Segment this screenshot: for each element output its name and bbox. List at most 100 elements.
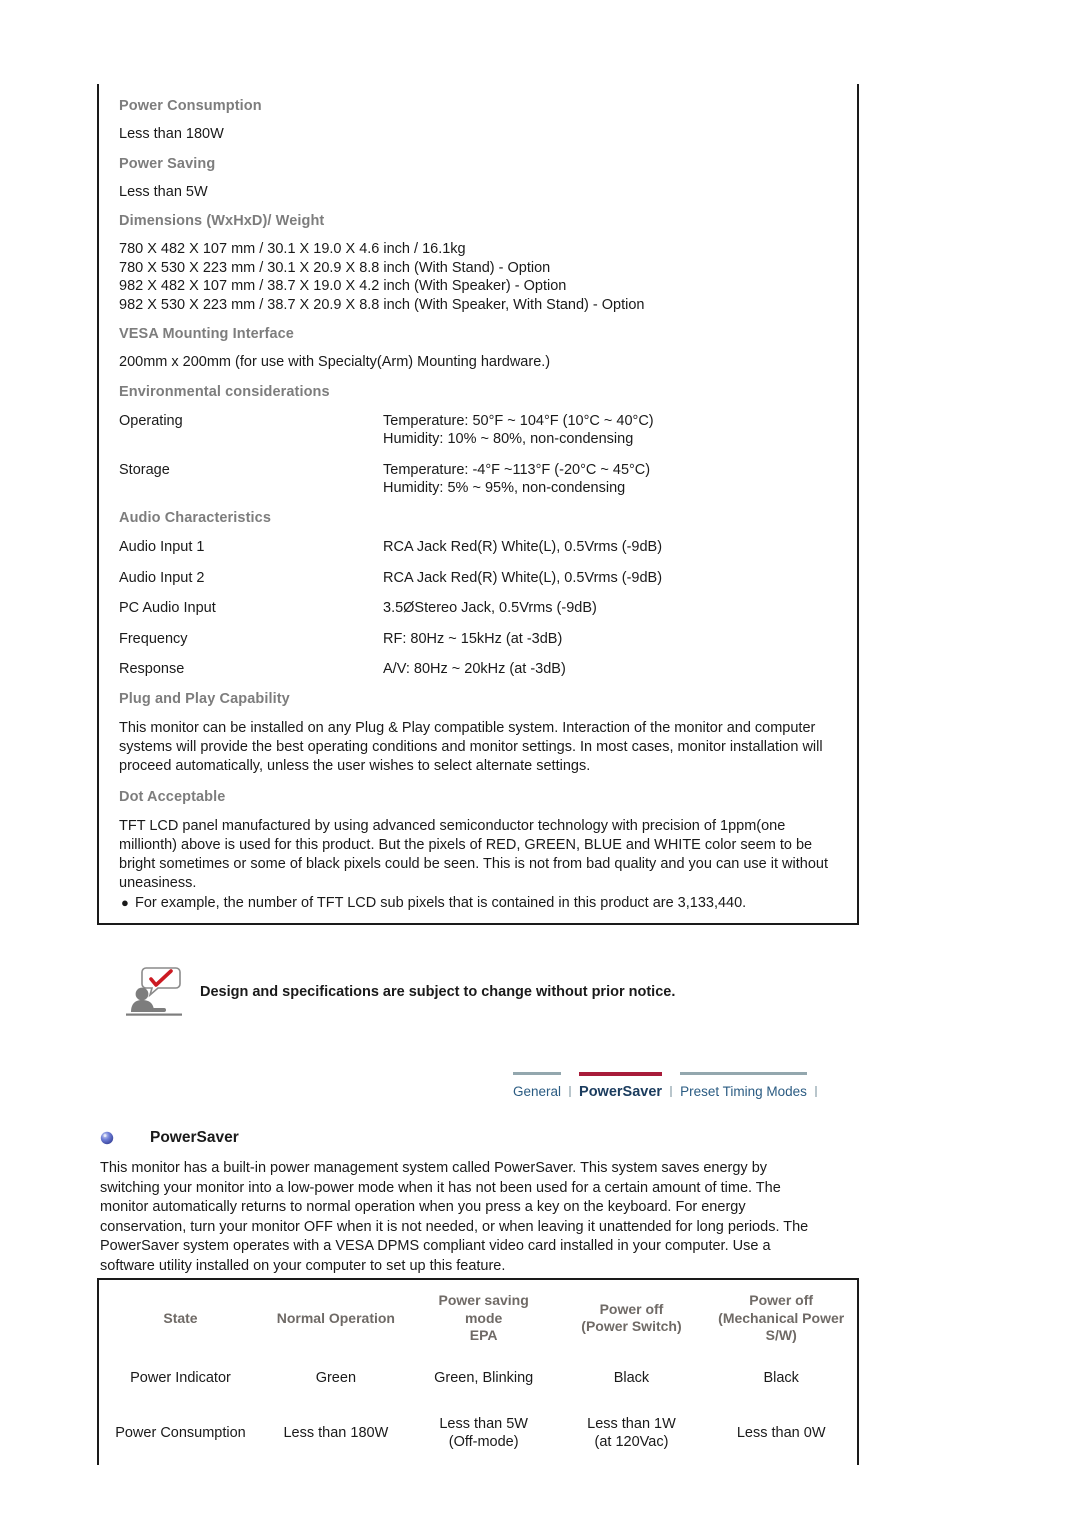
spec-row-value: A/V: 80Hz ~ 20kHz (at -3dB)	[383, 660, 566, 679]
tab-separator	[807, 1072, 825, 1106]
table-cell-line: Power Indicator	[130, 1369, 231, 1386]
spec-row-value: RF: 80Hz ~ 15kHz (at -3dB)	[383, 630, 562, 649]
table-cell-line: Less than 5W	[439, 1415, 528, 1432]
spec-value-line: Humidity: 5% ~ 95%, non-condensing	[383, 480, 626, 497]
tab-label: Preset Timing Modes	[680, 1084, 807, 1099]
spec-value-line: RCA Jack Red(R) White(L), 0.5Vrms (-9dB)	[383, 539, 663, 556]
spec-section-heading: VESA Mounting Interface	[119, 326, 294, 343]
spec-row: Response A/V: 80Hz ~ 20kHz (at -3dB)	[119, 660, 839, 679]
powersaver-state-table: State Normal Operation Power saving mode EPA…	[97, 1278, 859, 1465]
spec-row-value: RCA Jack Red(R) White(L), 0.5Vrms (-9dB)	[383, 538, 662, 557]
table-column-header: Power saving mode EPA	[410, 1280, 558, 1355]
table-cell: Power Consumption	[99, 1401, 262, 1465]
spec-row-label: Frequency	[119, 630, 188, 647]
table-cell: Less than 1W (at 120Vac)	[558, 1401, 706, 1465]
tab-label: PowerSaver	[579, 1083, 663, 1100]
spec-value-line: 982 X 482 X 107 mm / 38.7 X 19.0 X 4.2 i…	[119, 278, 567, 295]
spec-paragraph: This monitor can be installed on any Plu…	[119, 719, 823, 775]
tab-top-line	[579, 1072, 663, 1076]
table-column-header: Power off (Mechanical Power S/W)	[705, 1280, 857, 1355]
spec-bullet-text: For example, the number of TFT LCD sub p…	[135, 894, 747, 911]
spec-row-label: Audio Input 1	[119, 539, 205, 556]
tab-separator-mark	[670, 1086, 673, 1097]
table-column-header-line: Power saving	[438, 1292, 529, 1308]
spec-bullet-item: ● For example, the number of TFT LCD sub …	[119, 894, 839, 913]
spec-section-heading: Dimensions (WxHxD)/ Weight	[119, 213, 325, 230]
table-column-header-line: Power off	[749, 1292, 814, 1308]
table-cell-line: Green	[315, 1369, 357, 1386]
table-column-header-line: EPA	[469, 1327, 498, 1343]
table-header: State Normal Operation Power saving mode EPA…	[99, 1280, 857, 1355]
spec-value-line: 3.5ØStereo Jack, 0.5Vrms (-9dB)	[383, 600, 597, 617]
table-cell-line: Green, Blinking	[434, 1369, 534, 1386]
spec-value-line: A/V: 80Hz ~ 20kHz (at -3dB)	[383, 661, 566, 678]
spec-value-line: Temperature: 50°F ~ 104°F (10°C ~ 40°C)	[383, 412, 654, 429]
table-cell-line: Less than 1W	[587, 1415, 676, 1432]
tab-powersaver[interactable]: PowerSaver	[579, 1072, 663, 1106]
spec-value-line: Humidity: 10% ~ 80%, non-condensing	[383, 431, 634, 448]
spec-value-line: Temperature: -4°F ~113°F (-20°C ~ 45°C)	[383, 461, 651, 478]
spec-section-heading: Power Saving	[119, 155, 216, 172]
spec-row: Audio Input 2 RCA Jack Red(R) White(L), 0…	[119, 569, 839, 588]
table-cell: Black	[558, 1355, 706, 1401]
table-cell: Green	[262, 1355, 410, 1401]
spec-value-block: Less than 180W	[119, 125, 839, 144]
spec-value-line: 780 X 482 X 107 mm / 30.1 X 19.0 X 4.6 i…	[119, 241, 466, 258]
bullet-dot-icon: ●	[121, 894, 129, 910]
spec-row: Operating Temperature: 50°F ~ 104°F (10°C…	[119, 412, 839, 449]
spec-row-label: Storage	[119, 461, 170, 478]
spec-row-label: Audio Input 2	[119, 569, 205, 586]
spec-section-heading: Audio Characteristics	[119, 510, 271, 527]
table-cell-line: Less than 180W	[283, 1424, 389, 1441]
spec-value-line: RCA Jack Red(R) White(L), 0.5Vrms (-9dB)	[383, 569, 663, 586]
table-cell: Less than 0W	[705, 1401, 857, 1465]
table-header-row: State Normal Operation Power saving mode EPA…	[99, 1280, 857, 1355]
spec-value-block: 780 X 482 X 107 mm / 30.1 X 19.0 X 4.6 i…	[119, 240, 839, 314]
spec-row: Storage Temperature: -4°F ~113°F (-20°C ~…	[119, 461, 839, 498]
tab-label: General	[513, 1084, 562, 1099]
table-column-header-line: S/W)	[765, 1327, 797, 1343]
table-row: Power Indicator Green Green, Blinking Black…	[99, 1355, 857, 1401]
spec-row-label: Response	[119, 661, 185, 678]
note-row: Design and specifications are subject to…	[126, 966, 675, 1018]
table-column-header-line: (Mechanical Power	[718, 1309, 845, 1326]
section-tab-bar[interactable]: General PowerSaver Preset Timing Modes	[513, 1072, 877, 1106]
table-column-header: Normal Operation	[262, 1280, 410, 1355]
spec-value-line: RF: 80Hz ~ 15kHz (at -3dB)	[383, 630, 563, 647]
note-text: Design and specifications are subject to…	[200, 984, 676, 1000]
table-cell-line: Black	[763, 1369, 799, 1386]
table-cell-line: Black	[613, 1369, 650, 1386]
spec-value-line: 982 X 530 X 223 mm / 38.7 X 20.9 X 8.8 i…	[119, 296, 645, 313]
tab-preset-timing-modes[interactable]: Preset Timing Modes	[680, 1072, 807, 1106]
spec-value-line: Less than 5W	[119, 183, 208, 200]
table-cell: Green, Blinking	[410, 1355, 558, 1401]
table-cell-line: (Off-mode)	[448, 1433, 519, 1450]
powersaver-heading: PowerSaver	[100, 1129, 239, 1147]
note-person-checkmark-icon	[126, 966, 182, 1018]
spec-paragraph: TFT LCD panel manufactured by using adva…	[119, 817, 828, 892]
table-column-header: State	[99, 1280, 262, 1355]
tab-top-line	[513, 1072, 562, 1075]
tab-separator	[561, 1072, 579, 1106]
table-cell: Power Indicator	[99, 1355, 262, 1401]
spec-row-value: Temperature: 50°F ~ 104°F (10°C ~ 40°C) H…	[383, 412, 654, 449]
table-cell-line: (at 120Vac)	[594, 1433, 669, 1450]
table-body: Power Indicator Green Green, Blinking Black…	[99, 1355, 857, 1465]
powersaver-title: PowerSaver	[150, 1129, 239, 1146]
spec-value-block: Less than 5W	[119, 183, 839, 202]
spec-value-line: 780 X 530 X 223 mm / 30.1 X 20.9 X 8.8 i…	[119, 259, 551, 276]
spec-row: Audio Input 1 RCA Jack Red(R) White(L), 0…	[119, 538, 839, 557]
table-column-header: Power off (Power Switch)	[558, 1280, 706, 1355]
table-column-header-line: mode	[464, 1309, 503, 1326]
spec-row-label: Operating	[119, 412, 183, 429]
spec-row: PC Audio Input 3.5ØStereo Jack, 0.5Vrms (…	[119, 599, 839, 618]
spec-row-value: Temperature: -4°F ~113°F (-20°C ~ 45°C) H…	[383, 461, 650, 498]
table-column-header-line: Normal Operation	[276, 1309, 395, 1326]
tab-top-line	[680, 1072, 807, 1075]
tab-separator-mark	[814, 1086, 817, 1097]
spec-value-line: 200mm x 200mm (for use with Specialty(Ar…	[119, 354, 551, 371]
table-cell-line: Less than 0W	[736, 1424, 826, 1441]
tab-general[interactable]: General	[513, 1072, 562, 1106]
table-cell: Less than 180W	[262, 1401, 410, 1465]
spec-row-value: 3.5ØStereo Jack, 0.5Vrms (-9dB)	[383, 599, 597, 618]
